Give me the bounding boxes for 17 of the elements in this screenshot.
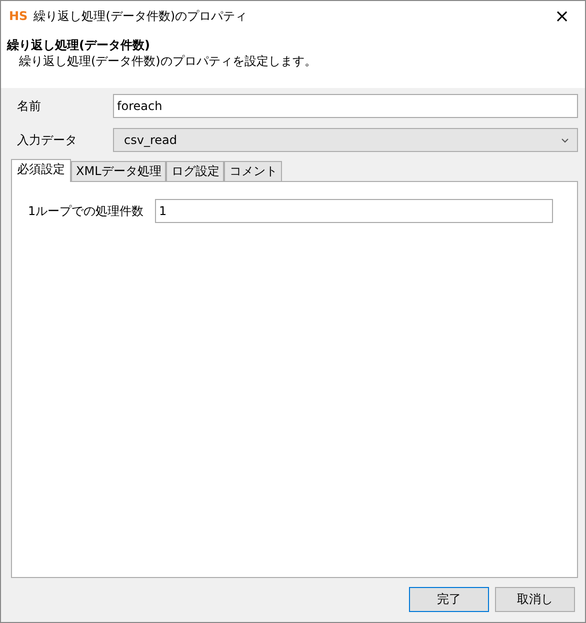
- tab[interactable]: ログ設定: [166, 161, 224, 181]
- header-description: 繰り返し処理(データ件数)のプロパティを設定します。: [18, 53, 318, 69]
- window-title: 繰り返し処理(データ件数)のプロパティ: [34, 8, 248, 24]
- dialog-button[interactable]: 完了: [409, 587, 489, 612]
- header-title: 繰り返し処理(データ件数): [7, 37, 151, 53]
- dialog-button[interactable]: 取消し: [495, 587, 575, 612]
- tab[interactable]: コメント: [224, 161, 282, 181]
- name-field[interactable]: foreach: [113, 94, 578, 118]
- field-label: 入力データ: [16, 132, 78, 148]
- chevron-down-icon: [561, 138, 569, 142]
- input-data-dropdown[interactable]: csv_read: [113, 128, 578, 152]
- tab[interactable]: 必須設定: [11, 159, 71, 182]
- count-field[interactable]: 1: [155, 199, 553, 223]
- tab[interactable]: XMLデータ処理: [71, 161, 166, 181]
- field-label: 1ループでの処理件数: [28, 202, 145, 220]
- app-logo: HS: [9, 9, 28, 23]
- field-label: 名前: [16, 98, 42, 114]
